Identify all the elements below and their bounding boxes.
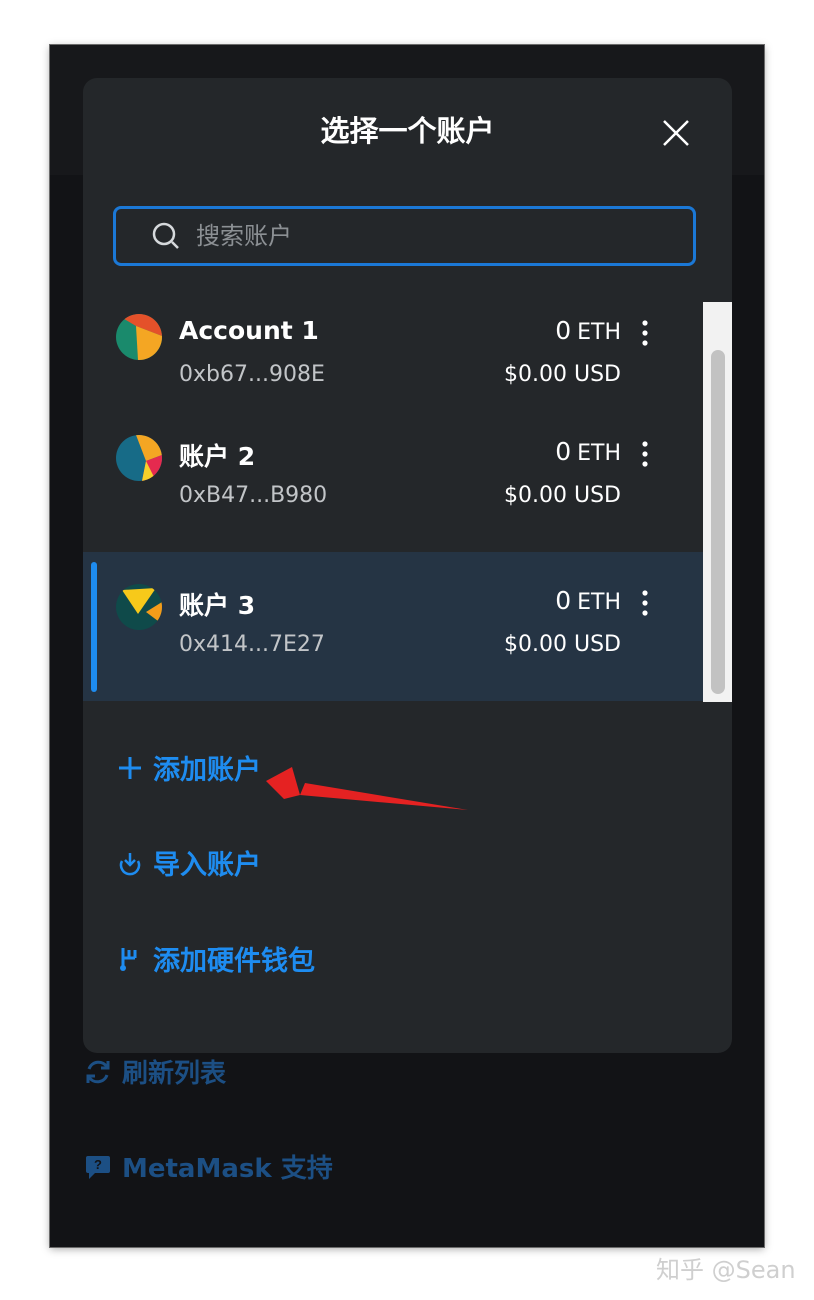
plus-icon xyxy=(119,756,141,779)
close-icon[interactable] xyxy=(661,118,691,148)
account-name: 账户 2 xyxy=(179,442,256,471)
search-icon xyxy=(152,222,179,249)
eth-amount: 0 xyxy=(555,437,572,466)
account-avatar xyxy=(116,314,162,360)
account-usd-balance: $0.00 USD xyxy=(504,632,621,657)
account-address: 0xb67...908E xyxy=(179,362,325,387)
refresh-icon xyxy=(86,1060,110,1083)
account-eth-balance: 0 ETH xyxy=(555,586,621,615)
chat-support-icon: ? xyxy=(86,1155,110,1179)
watermark: 知乎 @Sean xyxy=(656,1256,796,1284)
metamask-support-item[interactable]: ? MetaMask 支持 xyxy=(84,1148,333,1185)
refresh-list-item[interactable]: 刷新列表 xyxy=(84,1053,226,1090)
account-avatar xyxy=(116,435,162,481)
account-usd-balance: $0.00 USD xyxy=(504,362,621,387)
kebab-menu-icon[interactable] xyxy=(635,588,655,618)
hardware-wallet-icon xyxy=(120,947,137,971)
account-name: 账户 3 xyxy=(179,591,256,620)
account-eth-balance: 0 ETH xyxy=(555,316,621,345)
account-list: Account 1 0xb67...908E 0 ETH $0.00 USD 账户… xyxy=(83,302,732,702)
import-icon xyxy=(119,852,141,875)
scrollbar-thumb[interactable] xyxy=(711,350,725,694)
search-field[interactable] xyxy=(113,206,696,266)
add-account-label: 添加账户 xyxy=(153,755,261,786)
svg-text:?: ? xyxy=(94,1157,102,1172)
eth-unit: ETH xyxy=(577,320,621,345)
account-address: 0xB47...B980 xyxy=(179,483,328,508)
scrollbar[interactable] xyxy=(703,302,732,702)
account-row-selected[interactable]: 账户 3 0x414...7E27 0 ETH $0.00 USD xyxy=(83,552,703,701)
account-selector-modal: 选择一个账户 Account 1 0xb67...908E 0ETH $0.00… xyxy=(83,78,732,1053)
account-usd-balance: $0.00 USD xyxy=(504,483,621,508)
selected-indicator xyxy=(91,562,97,692)
eth-amount: 0 xyxy=(555,586,572,615)
refresh-list-label: 刷新列表 xyxy=(122,1059,227,1089)
account-eth-balance: 0 ETH xyxy=(555,437,621,466)
import-account-button[interactable]: 导入账户 xyxy=(117,843,261,882)
add-hardware-wallet-label: 添加硬件钱包 xyxy=(153,946,315,977)
account-row[interactable]: 账户 2 0xB47...B980 0 ETH $0.00 USD xyxy=(83,403,703,552)
search-input[interactable] xyxy=(194,215,658,257)
account-address: 0x414...7E27 xyxy=(179,632,325,657)
kebab-menu-icon[interactable] xyxy=(635,318,655,348)
eth-amount: 0 xyxy=(555,316,572,345)
metamask-support-label: MetaMask 支持 xyxy=(122,1154,333,1184)
eth-unit: ETH xyxy=(577,590,621,615)
import-account-label: 导入账户 xyxy=(153,850,261,881)
account-name: Account 1 xyxy=(179,316,319,345)
add-account-button[interactable]: 添加账户 xyxy=(117,748,261,787)
kebab-menu-icon[interactable] xyxy=(635,439,655,469)
add-hardware-wallet-button[interactable]: 添加硬件钱包 xyxy=(117,939,315,978)
modal-title: 选择一个账户 xyxy=(320,114,495,148)
account-avatar xyxy=(116,584,162,630)
account-row[interactable]: Account 1 0xb67...908E 0 ETH $0.00 USD xyxy=(83,302,703,399)
eth-unit: ETH xyxy=(577,441,621,466)
